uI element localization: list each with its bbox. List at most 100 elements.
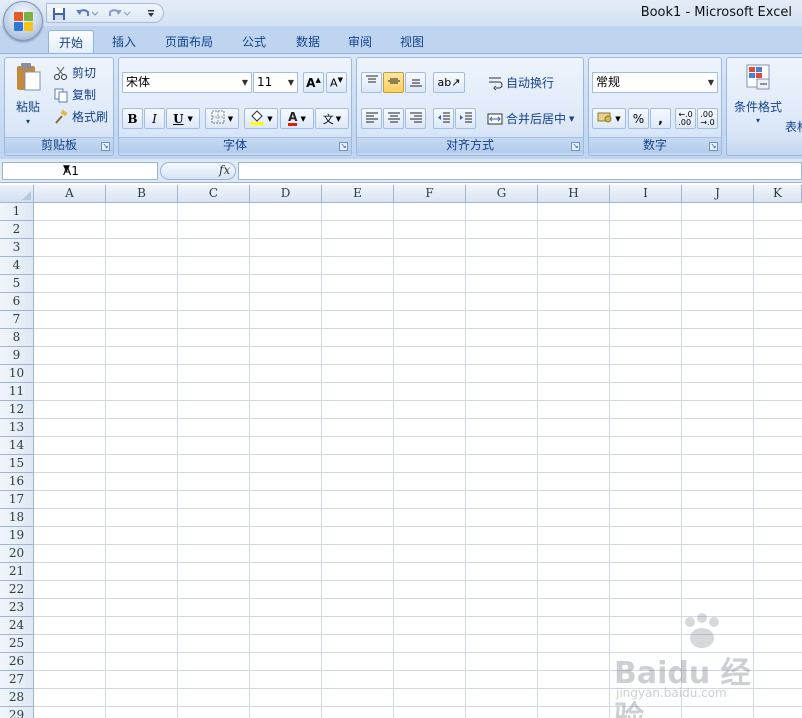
row-header[interactable]: 2	[0, 221, 34, 239]
phonetic-guide-button[interactable]: 文 ▼	[315, 108, 349, 129]
select-all-button[interactable]	[0, 185, 34, 203]
row-header[interactable]: 13	[0, 419, 34, 437]
tab-insert[interactable]: 插入	[102, 30, 146, 53]
row-header[interactable]: 14	[0, 437, 34, 455]
row-header[interactable]: 29	[0, 707, 34, 718]
column-header[interactable]: D	[250, 185, 322, 203]
row-header[interactable]: 26	[0, 653, 34, 671]
middle-align-button[interactable]	[383, 72, 404, 93]
column-header[interactable]: A	[34, 185, 106, 203]
tab-review[interactable]: 审阅	[338, 30, 382, 53]
font-name-select[interactable]: 宋体 ▼	[122, 72, 252, 93]
percent-style-button[interactable]: %	[628, 108, 649, 129]
column-header[interactable]: E	[322, 185, 394, 203]
undo-icon[interactable]	[73, 6, 101, 21]
row-header[interactable]: 6	[0, 293, 34, 311]
format-as-table-button[interactable]: 表格	[785, 118, 802, 135]
row-header[interactable]: 10	[0, 365, 34, 383]
underline-button[interactable]: U ▼	[166, 108, 200, 129]
align-right-button[interactable]	[405, 108, 426, 129]
row-header[interactable]: 11	[0, 383, 34, 401]
customize-qat-icon[interactable]	[145, 6, 157, 21]
column-header[interactable]: B	[106, 185, 178, 203]
name-box[interactable]: A1 ▼	[2, 162, 158, 180]
copy-button[interactable]: 复制	[53, 86, 96, 103]
conditional-format-button[interactable]: 条件格式 ▾	[731, 62, 785, 132]
number-format-select[interactable]: 常规 ▼	[592, 72, 718, 93]
row-header[interactable]: 9	[0, 347, 34, 365]
tab-formulas[interactable]: 公式	[232, 30, 276, 53]
tab-view[interactable]: 视图	[390, 30, 434, 53]
dialog-launcher-icon[interactable]: ↘	[101, 142, 110, 151]
row-header[interactable]: 20	[0, 545, 34, 563]
number-group-label: 数字	[589, 137, 721, 153]
cut-button[interactable]: 剪切	[53, 64, 96, 81]
increase-decimal-button[interactable]: ←.0.00	[675, 108, 696, 129]
row-header[interactable]: 25	[0, 635, 34, 653]
column-header[interactable]: H	[538, 185, 610, 203]
column-header[interactable]: C	[178, 185, 250, 203]
paste-icon	[17, 63, 41, 91]
row-header[interactable]: 5	[0, 275, 34, 293]
paste-button[interactable]: 粘贴 ▾	[11, 62, 45, 128]
fill-color-button[interactable]: ▼	[244, 108, 278, 129]
row-header[interactable]: 1	[0, 203, 34, 221]
row-header[interactable]: 24	[0, 617, 34, 635]
column-header[interactable]: K	[754, 185, 802, 203]
worksheet-grid[interactable]: ABCDEFGHIJK 1 2 3 4 5 6 7 8 9 10 11 12 13 14 15 16 17 18 1…	[0, 185, 802, 718]
increase-indent-button[interactable]	[455, 108, 476, 129]
top-align-button[interactable]	[361, 72, 382, 93]
shrink-font-button[interactable]: A▼	[326, 72, 347, 93]
column-header[interactable]: F	[394, 185, 466, 203]
accounting-format-button[interactable]: ▼	[592, 108, 626, 129]
row-header[interactable]: 8	[0, 329, 34, 347]
bold-button[interactable]: B	[122, 108, 143, 129]
row-header[interactable]: 12	[0, 401, 34, 419]
row-header[interactable]: 22	[0, 581, 34, 599]
redo-icon[interactable]	[105, 6, 133, 21]
comma-style-button[interactable]: ,	[650, 108, 671, 129]
row-header[interactable]: 23	[0, 599, 34, 617]
row-header[interactable]: 3	[0, 239, 34, 257]
row-header[interactable]: 7	[0, 311, 34, 329]
grow-font-button[interactable]: A▲	[303, 72, 324, 93]
decrease-indent-button[interactable]	[433, 108, 454, 129]
wrap-text-button[interactable]: 自动换行	[487, 74, 554, 91]
orientation-button[interactable]: ab↗	[433, 72, 465, 93]
formula-input[interactable]	[238, 162, 802, 180]
column-header[interactable]: J	[682, 185, 754, 203]
font-size-select[interactable]: 11 ▼	[253, 72, 298, 93]
format-painter-button[interactable]: 格式刷	[53, 108, 108, 125]
column-header[interactable]: G	[466, 185, 538, 203]
row-header[interactable]: 15	[0, 455, 34, 473]
row-header[interactable]: 27	[0, 671, 34, 689]
decrease-decimal-button[interactable]: .00 →.0	[697, 108, 718, 129]
italic-button[interactable]: I	[144, 108, 165, 129]
row-header[interactable]: 16	[0, 473, 34, 491]
row-header[interactable]: 18	[0, 509, 34, 527]
bottom-align-button[interactable]	[405, 72, 426, 93]
gridline-horizontal	[34, 544, 802, 545]
dialog-launcher-icon[interactable]: ↘	[709, 142, 718, 151]
tab-data[interactable]: 数据	[286, 30, 330, 53]
insert-function-button[interactable]: fx	[219, 163, 230, 177]
align-left-button[interactable]	[361, 108, 382, 129]
merge-center-button[interactable]: 合并后居中 ▼	[487, 110, 574, 127]
borders-button[interactable]: ▼	[205, 108, 239, 129]
office-button[interactable]	[3, 1, 43, 41]
row-header[interactable]: 28	[0, 689, 34, 707]
dialog-launcher-icon[interactable]: ↘	[571, 142, 580, 151]
decrease-decimal-icon: .00 →.0	[700, 109, 715, 127]
font-color-button[interactable]: A ▼	[280, 108, 314, 129]
row-header[interactable]: 17	[0, 491, 34, 509]
watermark-url: jingyan.baidu.com	[616, 686, 727, 700]
row-header[interactable]: 19	[0, 527, 34, 545]
align-center-button[interactable]	[383, 108, 404, 129]
column-header[interactable]: I	[610, 185, 682, 203]
tab-home[interactable]: 开始	[48, 30, 94, 53]
row-header[interactable]: 4	[0, 257, 34, 275]
save-icon[interactable]	[51, 6, 67, 21]
row-header[interactable]: 21	[0, 563, 34, 581]
tab-page-layout[interactable]: 页面布局	[156, 30, 222, 53]
dialog-launcher-icon[interactable]: ↘	[339, 142, 348, 151]
